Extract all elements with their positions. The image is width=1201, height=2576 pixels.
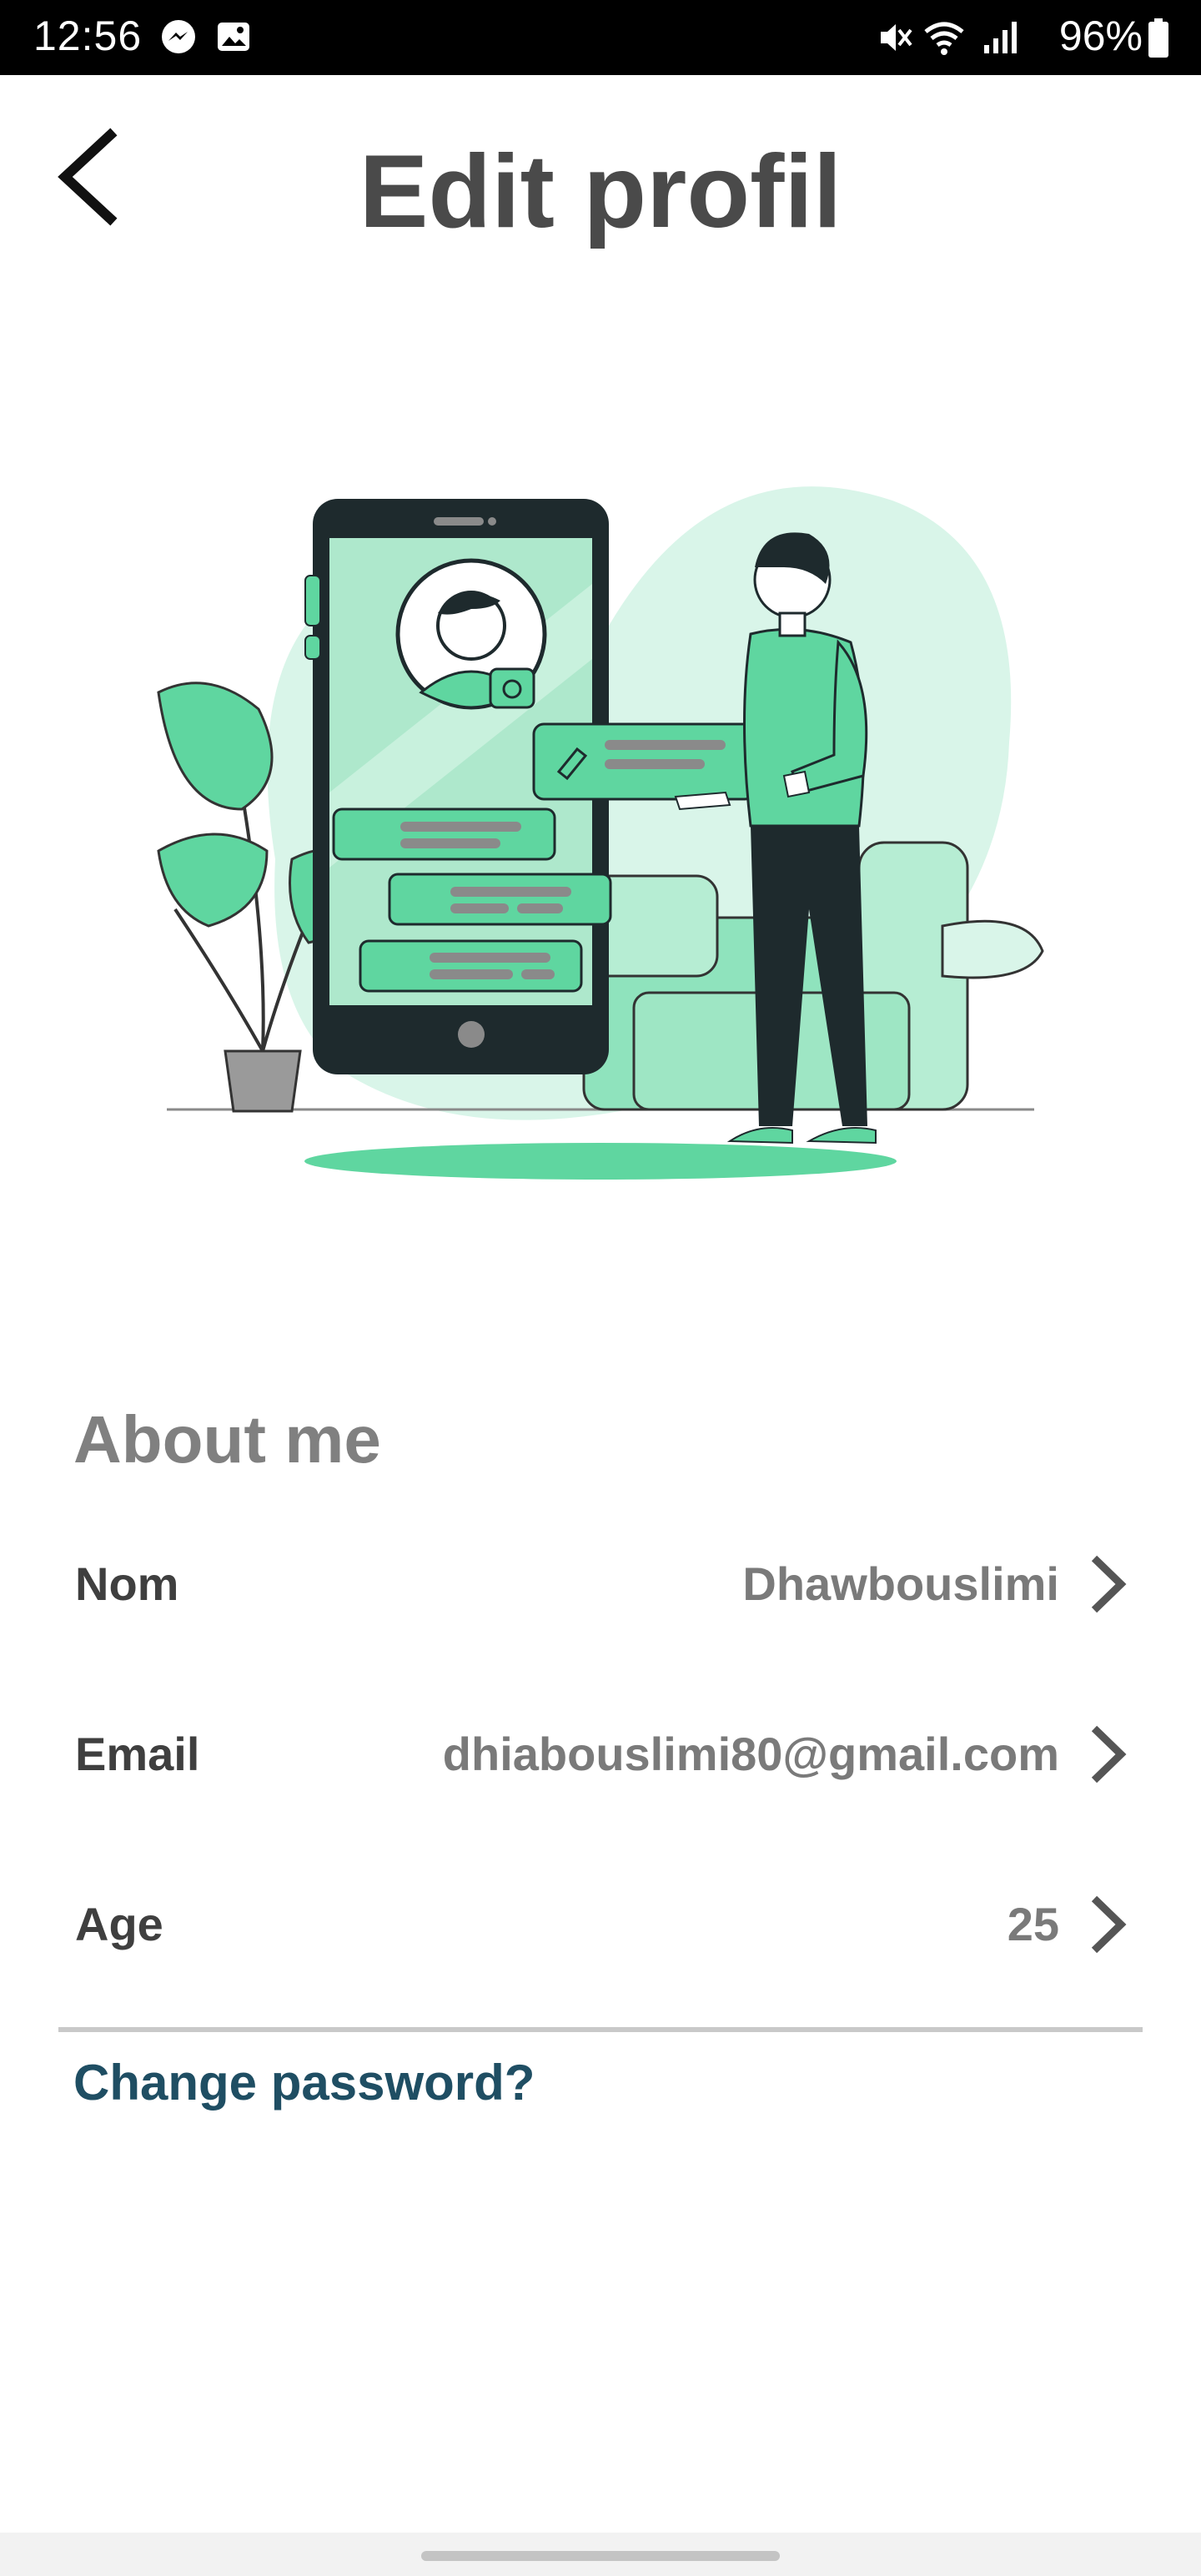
navigation-bar — [0, 2533, 1201, 2576]
profile-row-nom[interactable]: Nom Dhawbouslimi — [75, 1533, 1134, 1633]
row-value: dhiabouslimi80@gmail.com — [442, 1728, 1059, 1780]
change-password-link[interactable]: Change password? — [73, 2054, 535, 2111]
row-value: 25 — [1007, 1898, 1059, 1950]
battery-icon — [1148, 18, 1168, 58]
edit-card — [532, 722, 756, 801]
gallery-icon — [218, 23, 249, 51]
row-label: Age — [75, 1898, 163, 1950]
chevron-right-icon — [1091, 1725, 1127, 1784]
profile-edit-illustration — [157, 486, 1044, 1180]
battery-percent: 96% — [1058, 13, 1143, 59]
status-bar: 12:56 96% — [0, 0, 1201, 75]
row-label: Nom — [75, 1557, 179, 1610]
floor-shadow — [304, 1143, 897, 1180]
profile-row-email[interactable]: Email dhiabouslimi80@gmail.com — [75, 1703, 1134, 1804]
signal-icon — [984, 22, 1017, 53]
divider — [58, 2027, 1143, 2032]
page-title: Edit profil — [359, 134, 842, 249]
home-gesture-handle[interactable] — [421, 2551, 780, 2561]
messenger-icon — [162, 20, 195, 53]
row-value: Dhawbouslimi — [742, 1557, 1059, 1610]
mute-icon — [881, 24, 912, 51]
wifi-icon — [924, 22, 964, 55]
chevron-right-icon — [1091, 1895, 1127, 1954]
profile-row-age[interactable]: Age 25 — [75, 1874, 1134, 1974]
section-title-about-me: About me — [73, 1402, 381, 1477]
status-right-icons — [881, 22, 1017, 55]
row-label: Email — [75, 1728, 200, 1780]
chevron-right-icon — [1091, 1555, 1127, 1613]
status-time: 12:56 — [33, 13, 143, 59]
